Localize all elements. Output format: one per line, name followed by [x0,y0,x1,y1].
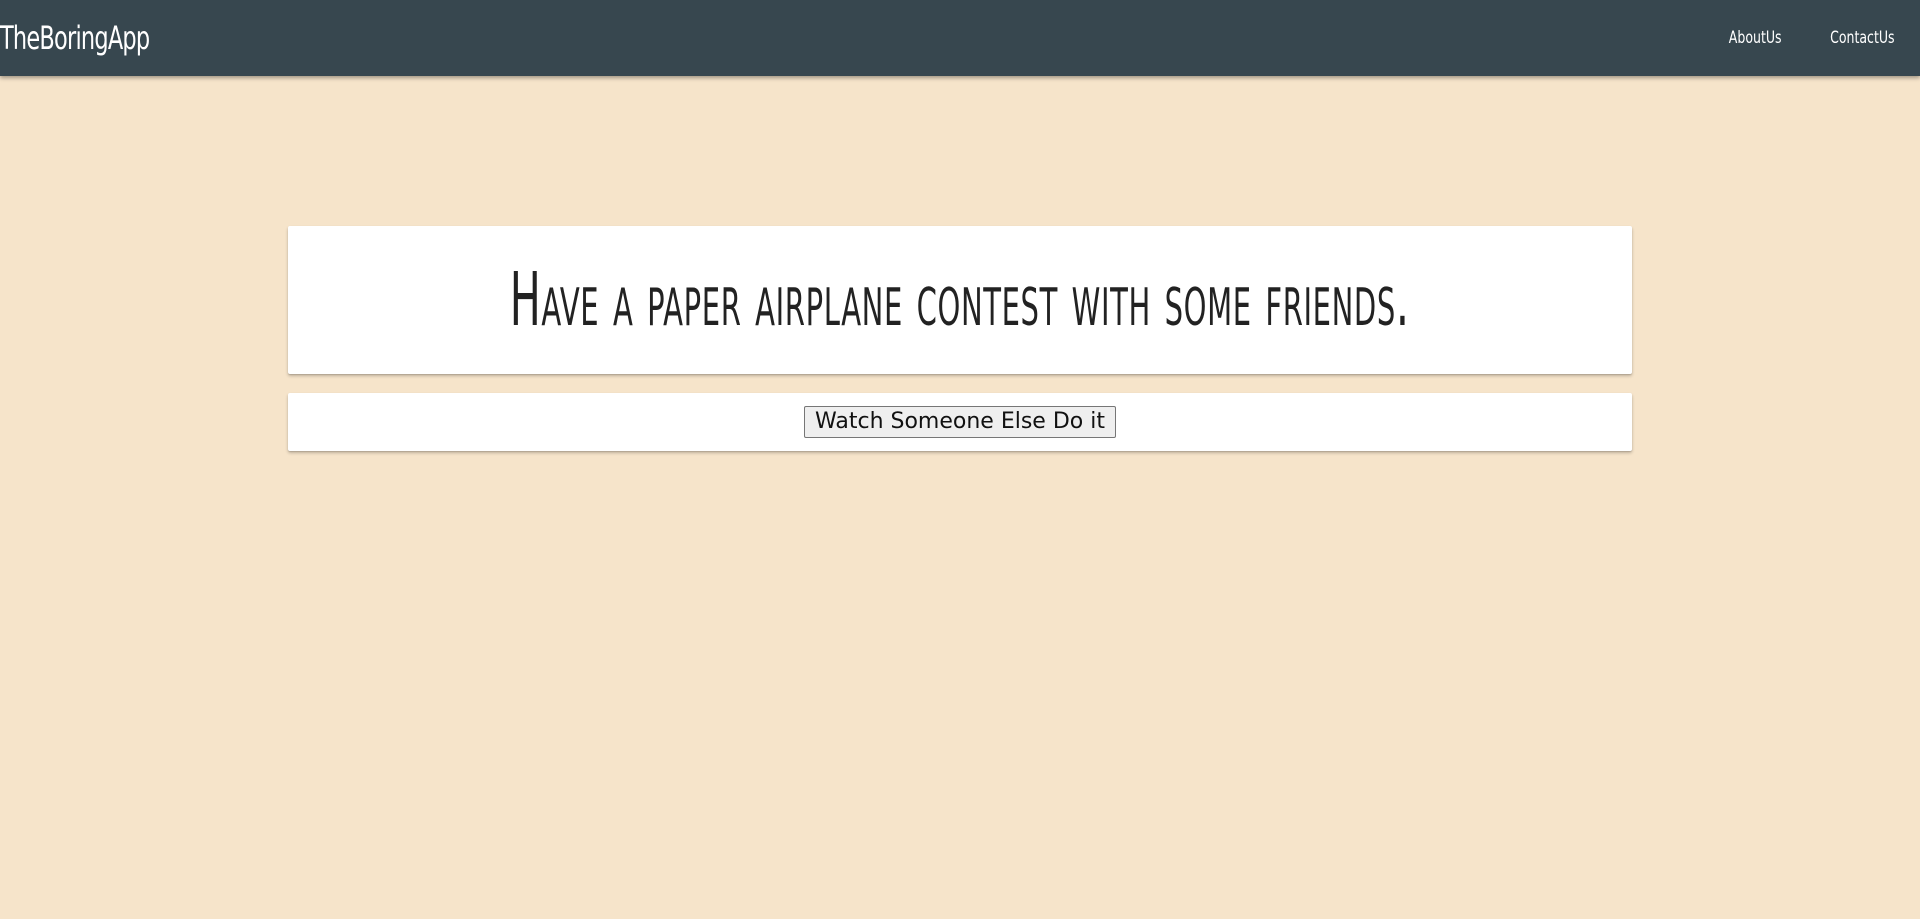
activity-card: Have a paper airplane contest with some … [288,226,1632,374]
nav-link-contact-us[interactable]: ContactUs [1816,28,1910,48]
brand-logo-link[interactable]: TheBoringApp [0,10,150,66]
top-navbar: TheBoringApp AboutUs ContactUs [0,0,1920,76]
activity-suggestion: Have a paper airplane contest with some … [510,257,1410,343]
watch-someone-else-button[interactable]: Watch Someone Else Do it [804,406,1116,438]
action-card: Watch Someone Else Do it [288,393,1632,451]
nav-links: AboutUs ContactUs [1705,0,1920,76]
nav-link-about-us[interactable]: AboutUs [1714,28,1796,48]
